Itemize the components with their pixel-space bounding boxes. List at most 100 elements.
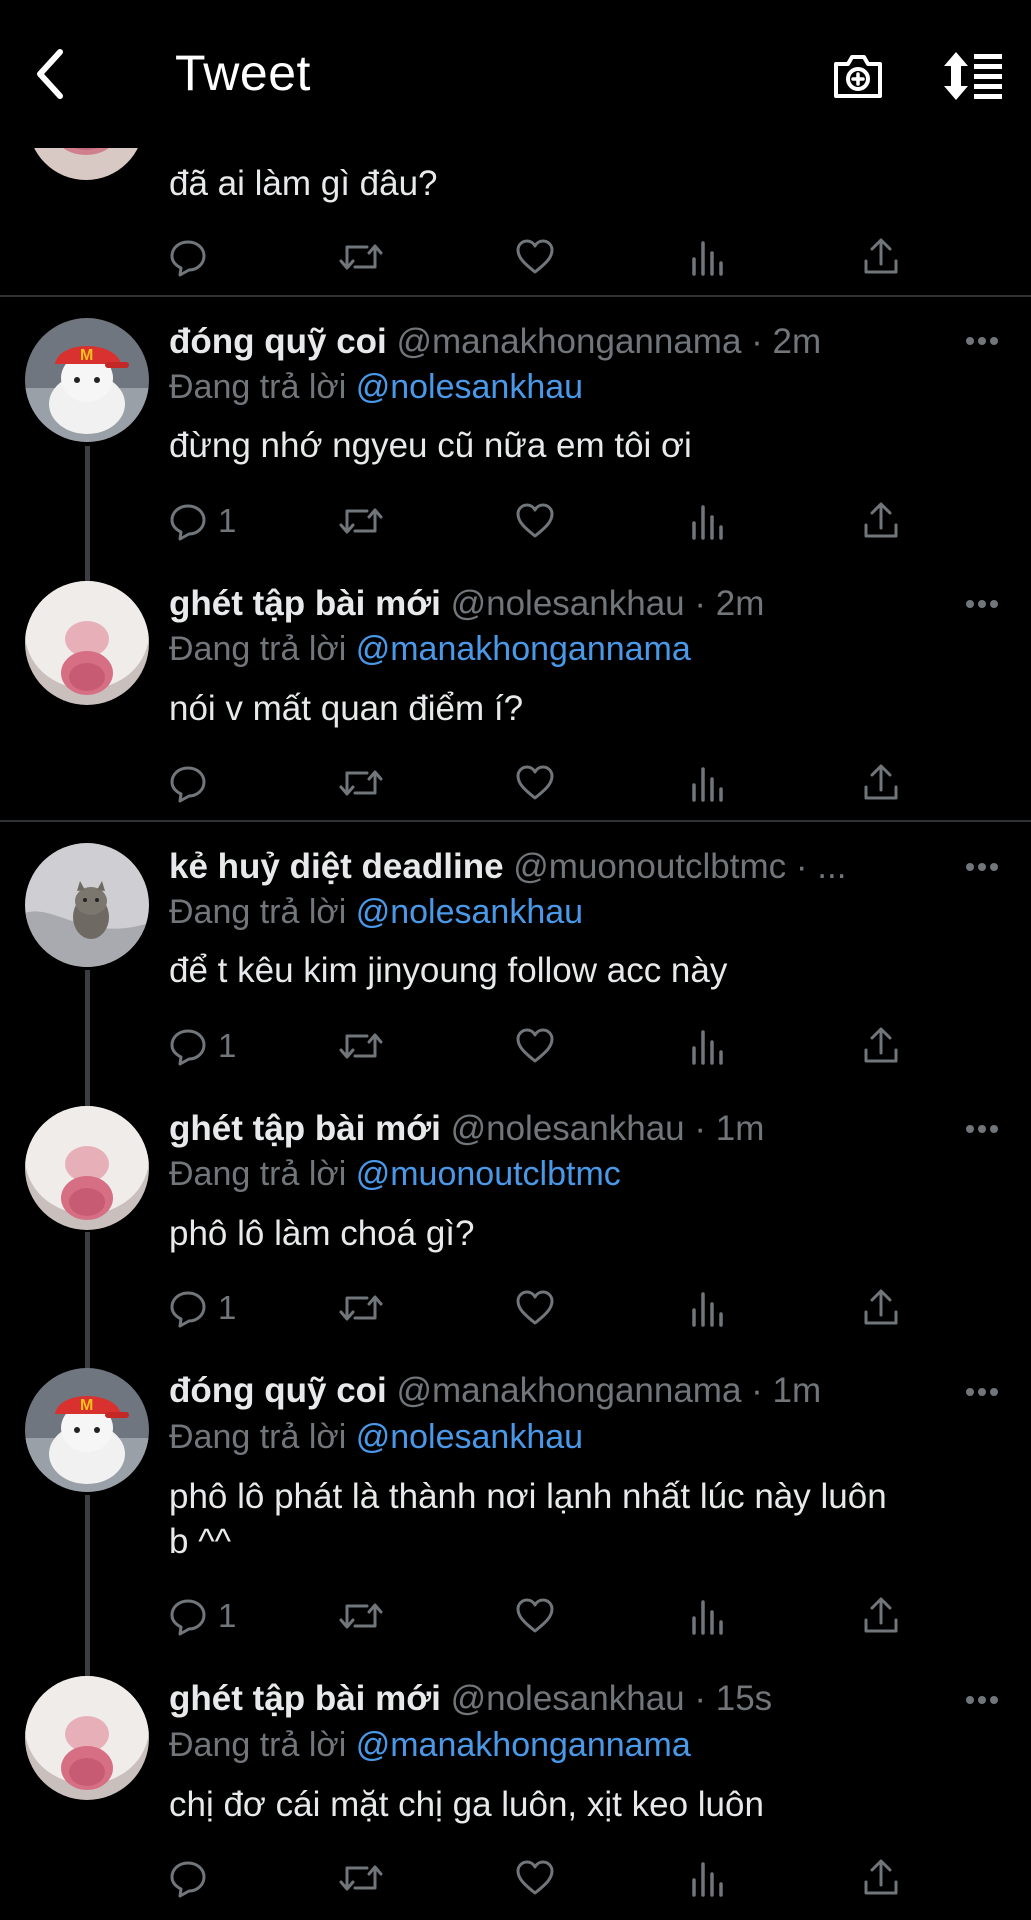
mention-link[interactable]: @manakhongannama [356, 630, 691, 668]
analytics-button[interactable] [690, 496, 726, 546]
reply-button[interactable] [168, 232, 208, 282]
share-button[interactable] [862, 1591, 900, 1641]
tweet-header: ghét tập bài mới @nolesankhau · 15s [169, 1679, 772, 1719]
replying-to: Đang trả lời @manakhongannama [169, 1726, 691, 1765]
like-button[interactable] [515, 1591, 555, 1641]
reply-icon [170, 1291, 206, 1328]
thread-line [85, 1495, 90, 1677]
analytics-button[interactable] [690, 758, 726, 808]
like-button[interactable] [515, 496, 555, 546]
reply-button[interactable] [168, 758, 218, 808]
reply-button[interactable] [168, 1853, 218, 1903]
share-icon [864, 238, 898, 274]
reply-icon [170, 504, 206, 541]
sort-icon[interactable] [942, 50, 1004, 102]
reply-icon [170, 1029, 206, 1066]
like-button[interactable] [515, 232, 555, 282]
analytics-button[interactable] [690, 1021, 726, 1071]
tweet-header: ghét tập bài mới @nolesankhau · 1m [169, 1109, 764, 1149]
avatar[interactable] [25, 1106, 149, 1230]
retweet-icon [339, 1295, 383, 1321]
more-icon[interactable] [965, 1693, 999, 1705]
replying-to: Đang trả lời @nolesankhau [169, 1418, 583, 1457]
tweet-header: kẻ huỷ diệt deadline @muonoutclbtmc · ..… [169, 847, 846, 887]
timestamp: · 1m [694, 1109, 765, 1148]
display-name[interactable]: đóng quỹ coi [169, 322, 387, 361]
analytics-button[interactable] [690, 1853, 726, 1903]
tweet-actions: 1 [0, 1591, 1031, 1641]
retweet-button[interactable] [338, 1853, 384, 1903]
tweet-header: đóng quỹ coi @manakhongannama · 2m [169, 322, 821, 362]
display-name[interactable]: ghét tập bài mới [169, 1679, 441, 1718]
reply-button[interactable]: 1 [168, 1283, 236, 1333]
avatar[interactable]: M [25, 1368, 149, 1492]
retweet-button[interactable] [338, 1021, 384, 1071]
reply-icon [170, 1861, 206, 1898]
retweet-button[interactable] [338, 1591, 384, 1641]
tweet-actions: 1 [0, 1283, 1031, 1333]
user-handle: @nolesankhau [450, 1109, 685, 1148]
reply-icon [170, 240, 206, 277]
mention-link[interactable]: @nolesankhau [356, 893, 583, 931]
more-icon[interactable] [965, 597, 999, 609]
share-icon [864, 502, 898, 538]
tweet-text: để t kêu kim jinyoung follow acc này [169, 951, 728, 990]
mention-link[interactable]: @manakhongannama [356, 1726, 691, 1764]
tweet-text: phô lô làm choá gì? [169, 1214, 475, 1253]
analytics-button[interactable] [690, 232, 726, 282]
user-handle: @manakhongannama [396, 322, 742, 361]
like-icon [516, 1598, 554, 1633]
display-name[interactable]: ghét tập bài mới [169, 584, 441, 623]
like-button[interactable] [515, 1021, 555, 1071]
reply-button[interactable]: 1 [168, 1591, 236, 1641]
like-icon [516, 1028, 554, 1063]
analytics-icon [692, 1862, 723, 1897]
like-button[interactable] [515, 1283, 555, 1333]
retweet-button[interactable] [338, 232, 384, 282]
share-button[interactable] [862, 1283, 900, 1333]
analytics-button[interactable] [690, 1283, 726, 1333]
reply-button[interactable]: 1 [168, 1021, 236, 1071]
like-button[interactable] [515, 1853, 555, 1903]
reply-count: 1 [218, 1027, 237, 1064]
reply-count: 1 [218, 1597, 237, 1634]
retweet-button[interactable] [338, 496, 384, 546]
retweet-icon [339, 244, 383, 270]
retweet-button[interactable] [338, 1283, 384, 1333]
reply-count: 1 [218, 1289, 237, 1326]
replying-to: Đang trả lời @manakhongannama [169, 630, 691, 669]
like-button[interactable] [515, 758, 555, 808]
display-name[interactable]: kẻ huỷ diệt deadline [169, 847, 504, 886]
avatar[interactable]: M [25, 318, 149, 442]
mention-link[interactable]: @nolesankhau [356, 1418, 583, 1456]
more-icon[interactable] [965, 334, 999, 346]
analytics-icon [692, 767, 723, 802]
reply-button[interactable]: 1 [168, 496, 236, 546]
retweet-button[interactable] [338, 758, 384, 808]
mention-link[interactable]: @nolesankhau [356, 368, 583, 406]
analytics-button[interactable] [690, 1591, 726, 1641]
share-button[interactable] [862, 1853, 900, 1903]
user-handle: @muonoutclbtmc [513, 847, 787, 886]
retweet-icon [339, 1603, 383, 1629]
display-name[interactable]: đóng quỹ coi [169, 1371, 387, 1410]
share-button[interactable] [862, 758, 900, 808]
share-button[interactable] [862, 496, 900, 546]
avatar[interactable] [25, 1676, 149, 1800]
more-icon[interactable] [965, 860, 999, 872]
reply-icon [170, 766, 206, 803]
replying-to-label: Đang trả lời [169, 630, 347, 668]
display-name[interactable]: ghét tập bài mới [169, 1109, 441, 1148]
replying-to-label: Đang trả lời [169, 368, 347, 406]
avatar[interactable] [25, 843, 149, 967]
avatar[interactable] [25, 581, 149, 705]
more-icon[interactable] [965, 1385, 999, 1397]
share-button[interactable] [862, 1021, 900, 1071]
share-button[interactable] [862, 232, 900, 282]
more-icon[interactable] [965, 1122, 999, 1134]
back-arrow-icon[interactable] [30, 46, 80, 102]
analytics-icon [692, 1030, 723, 1065]
camera-plus-icon[interactable] [830, 48, 886, 104]
user-handle: @nolesankhau [450, 584, 685, 623]
mention-link[interactable]: @muonoutclbtmc [356, 1155, 621, 1193]
